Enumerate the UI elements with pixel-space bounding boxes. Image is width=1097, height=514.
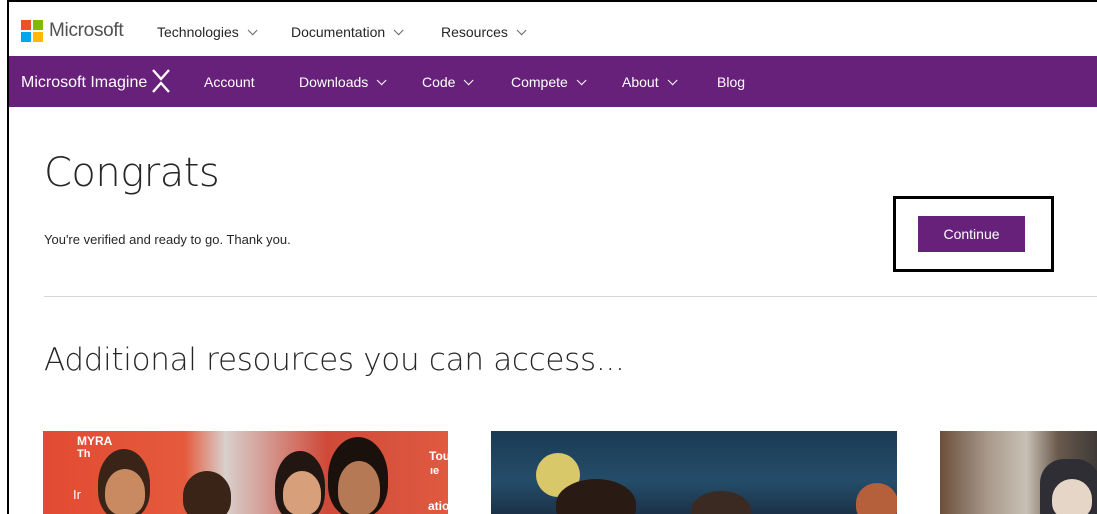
verification-message: You're verified and ready to go. Thank y… bbox=[44, 232, 291, 247]
nav-compete-label: Compete bbox=[511, 74, 568, 90]
chevron-down-icon bbox=[667, 74, 678, 85]
section-divider bbox=[44, 296, 1097, 297]
microsoft-logo-icon bbox=[21, 20, 43, 42]
card-overlay-text: ıe bbox=[430, 465, 440, 477]
card-overlay-text: Tou bbox=[429, 449, 448, 463]
person-photo bbox=[1052, 479, 1092, 514]
continue-button[interactable]: Continue bbox=[918, 216, 1025, 252]
nav-code-label: Code bbox=[422, 74, 456, 90]
nav-documentation-label: Documentation bbox=[291, 24, 386, 40]
chevron-down-icon bbox=[576, 74, 587, 85]
chevron-down-icon bbox=[247, 24, 258, 35]
chevron-down-icon bbox=[393, 24, 404, 35]
nav-technologies[interactable]: Technologies bbox=[157, 24, 258, 40]
chevron-down-icon bbox=[516, 24, 527, 35]
card-overlay-text: Ir bbox=[73, 487, 81, 502]
nav-technologies-label: Technologies bbox=[157, 24, 239, 40]
microsoft-logo[interactable]: Microsoft bbox=[21, 20, 124, 42]
imagine-nav-bar: Microsoft Imagine Account Downloads Code… bbox=[9, 56, 1097, 107]
nav-blog-label: Blog bbox=[717, 74, 746, 90]
person-photo bbox=[338, 461, 380, 514]
microsoft-logo-text: Microsoft bbox=[49, 20, 124, 41]
imagine-brand-text: Microsoft Imagine bbox=[21, 74, 148, 91]
resource-card-2[interactable] bbox=[491, 431, 897, 514]
microsoft-header: Microsoft Technologies Documentation Res… bbox=[9, 2, 1097, 56]
resource-card-3[interactable] bbox=[940, 431, 1097, 514]
nav-downloads[interactable]: Downloads bbox=[299, 74, 387, 90]
nav-about[interactable]: About bbox=[622, 74, 678, 90]
nav-about-label: About bbox=[622, 74, 659, 90]
nav-resources-label: Resources bbox=[441, 24, 508, 40]
nav-compete[interactable]: Compete bbox=[511, 74, 587, 90]
person-photo bbox=[691, 491, 751, 514]
card-overlay-text: MYRA bbox=[77, 434, 113, 448]
page-title: Congrats bbox=[44, 150, 220, 196]
nav-downloads-label: Downloads bbox=[299, 74, 369, 90]
resources-heading: Additional resources you can access... bbox=[44, 342, 625, 378]
person-photo bbox=[183, 471, 231, 514]
person-photo bbox=[283, 471, 321, 514]
chevron-down-icon bbox=[464, 74, 475, 85]
person-photo bbox=[105, 469, 145, 514]
imagine-brand[interactable]: Microsoft Imagine bbox=[21, 69, 171, 96]
nav-blog[interactable]: Blog bbox=[717, 74, 745, 90]
nav-account-label: Account bbox=[204, 74, 255, 90]
nav-resources[interactable]: Resources bbox=[441, 24, 527, 40]
card-overlay-text: Th bbox=[77, 448, 91, 460]
chevron-down-icon bbox=[376, 74, 387, 85]
imagine-x-logo-icon bbox=[152, 69, 171, 93]
nav-documentation[interactable]: Documentation bbox=[291, 24, 404, 40]
person-photo bbox=[856, 483, 897, 514]
nav-account[interactable]: Account bbox=[204, 74, 255, 90]
nav-code[interactable]: Code bbox=[422, 74, 475, 90]
resource-card-1[interactable]: MYRA Th Ir Tou ıe atio bbox=[43, 431, 448, 514]
card-overlay-text: atio bbox=[428, 499, 448, 513]
